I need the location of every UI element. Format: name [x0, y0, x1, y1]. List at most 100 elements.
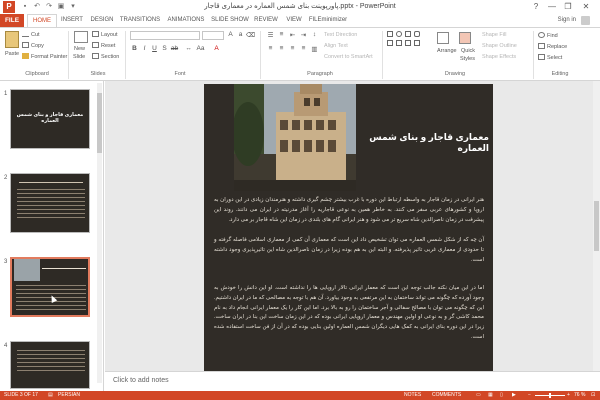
arrange-icon[interactable] — [437, 32, 449, 44]
font-size-box[interactable] — [202, 31, 224, 40]
shape-fill-button[interactable]: Shape Fill — [482, 32, 506, 38]
italic-icon[interactable]: I — [140, 45, 149, 52]
notes-placeholder[interactable]: Click to add notes — [113, 377, 169, 384]
arrange-button[interactable]: Arrange — [437, 48, 457, 54]
align-text-button[interactable]: Align Text — [324, 43, 348, 49]
columns-icon[interactable]: ▥ — [310, 45, 319, 53]
notes-button[interactable]: NOTES — [404, 392, 421, 399]
slide-thumbnail-2[interactable] — [10, 173, 90, 233]
rectangle-shape-icon[interactable] — [387, 31, 393, 37]
align-center-icon[interactable]: ≡ — [277, 45, 286, 52]
numbering-icon[interactable]: ≡ — [277, 31, 286, 38]
zoom-in-icon[interactable]: + — [567, 392, 570, 399]
thumbnail-scrollbar[interactable] — [97, 83, 102, 383]
new-slide-icon[interactable] — [74, 31, 88, 43]
increase-indent-icon[interactable]: ⇥ — [299, 31, 308, 39]
underline-icon[interactable]: U — [150, 45, 159, 52]
start-slideshow-icon[interactable]: ▣ — [56, 2, 66, 12]
help-button[interactable]: ? — [530, 1, 542, 13]
tab-review[interactable]: REVIEW — [251, 14, 281, 27]
avatar[interactable] — [581, 16, 590, 25]
find-button[interactable]: Find — [538, 32, 558, 39]
shadow-icon[interactable]: S — [160, 45, 169, 52]
copy-button[interactable]: Copy — [22, 42, 44, 49]
slide-thumbnail-1[interactable]: معماری قاجار و بنای شمس العماره — [10, 89, 90, 149]
reset-button[interactable]: Reset — [92, 42, 115, 49]
maximize-button[interactable]: ❐ — [562, 1, 574, 13]
justify-icon[interactable]: ≡ — [299, 45, 308, 52]
tab-file[interactable]: FILE — [0, 14, 24, 27]
oval-shape-icon[interactable] — [396, 31, 402, 37]
fit-slide-icon[interactable]: ⊡ — [591, 392, 595, 399]
tab-animations[interactable]: ANIMATIONS — [164, 14, 208, 27]
slide-body-paragraph-2[interactable]: آن چه که از شکل شمس العماره می توان تشخی… — [214, 236, 484, 265]
undo-icon[interactable]: ↶ — [32, 2, 42, 12]
tab-view[interactable]: VIEW — [282, 14, 306, 27]
reading-view-icon[interactable]: ▯ — [500, 392, 503, 399]
line-spacing-icon[interactable]: ↕ — [310, 31, 319, 38]
redo-icon[interactable]: ↷ — [44, 2, 54, 12]
triangle-shape-icon[interactable] — [387, 40, 393, 46]
quick-styles-button[interactable]: Quick — [461, 48, 475, 54]
slide-thumbnail-3[interactable] — [10, 257, 90, 317]
scrollbar-thumb[interactable] — [594, 201, 599, 251]
align-right-icon[interactable]: ≡ — [288, 45, 297, 52]
tab-fileminimizer[interactable]: FILEminimizer — [306, 14, 350, 27]
notes-pane[interactable]: Click to add notes — [105, 371, 600, 391]
close-button[interactable]: ✕ — [580, 1, 592, 13]
zoom-out-icon[interactable]: − — [528, 392, 531, 399]
minimize-button[interactable]: — — [546, 1, 558, 13]
paste-icon[interactable] — [5, 31, 19, 48]
strikethrough-icon[interactable]: ab — [170, 45, 179, 52]
quick-styles-icon[interactable] — [459, 32, 471, 44]
change-case-icon[interactable]: Aa — [196, 45, 205, 52]
save-icon[interactable]: ▪ — [20, 2, 30, 12]
rounded-rect-shape-icon[interactable] — [414, 31, 420, 37]
slide-scrollbar[interactable] — [593, 81, 600, 371]
slideshow-view-icon[interactable]: ▶ — [512, 392, 516, 399]
star-shape-icon[interactable] — [405, 40, 411, 46]
font-name-box[interactable] — [130, 31, 200, 40]
slide-thumbnail-4[interactable] — [10, 341, 90, 389]
arrow-shape-icon[interactable] — [396, 40, 402, 46]
qat-customize-icon[interactable]: ▾ — [68, 2, 78, 12]
clear-format-icon[interactable]: ⌫ — [246, 31, 255, 39]
font-color-icon[interactable]: A — [212, 45, 221, 52]
format-painter-button[interactable]: Format Painter — [22, 53, 67, 60]
new-slide-button-line2[interactable]: Slide — [73, 54, 85, 60]
current-slide[interactable]: معماری قاجار و بنای شمس العماره هنر ایرا… — [204, 84, 493, 371]
spellcheck-icon[interactable]: ▤ — [48, 392, 53, 399]
tab-design[interactable]: DESIGN — [87, 14, 117, 27]
new-slide-button[interactable]: New — [74, 46, 85, 52]
paste-button[interactable]: Paste — [5, 51, 19, 57]
shapes-gallery[interactable] — [387, 31, 439, 67]
normal-view-icon[interactable]: ▭ — [476, 392, 481, 399]
layout-button[interactable]: Layout — [92, 31, 118, 38]
slide-body-paragraph-3[interactable]: اما در این میان نکته جالب توجه این است ک… — [214, 284, 484, 343]
select-button[interactable]: Select — [538, 54, 562, 61]
shape-effects-button[interactable]: Shape Effects — [482, 54, 516, 60]
align-left-icon[interactable]: ≡ — [266, 45, 275, 52]
quick-styles-button-line2[interactable]: Styles — [460, 56, 475, 62]
slide-body-paragraph-1[interactable]: هنر ایرانی در زمان قاجار به واسطه ارتباط… — [214, 196, 484, 225]
char-spacing-icon[interactable]: ↔ — [184, 45, 193, 52]
zoom-level[interactable]: 76 % — [574, 392, 585, 399]
shrink-font-icon[interactable]: a — [236, 31, 245, 38]
slide-title[interactable]: معماری قاجار و بنای شمس العماره — [354, 132, 489, 154]
bullets-icon[interactable]: ☰ — [266, 31, 275, 39]
tab-transitions[interactable]: TRANSITIONS — [118, 14, 162, 27]
section-button[interactable]: Section — [92, 53, 119, 60]
language-indicator[interactable]: PERSIAN — [58, 392, 80, 399]
tab-slide-show[interactable]: SLIDE SHOW — [210, 14, 250, 27]
tab-home[interactable]: HOME — [27, 14, 57, 28]
zoom-slider-handle[interactable] — [549, 393, 551, 398]
replace-button[interactable]: Replace — [538, 43, 567, 50]
cut-button[interactable]: Cut — [22, 31, 40, 38]
scrollbar-thumb[interactable] — [97, 93, 102, 153]
brace-shape-icon[interactable] — [414, 40, 420, 46]
convert-smartart-button[interactable]: Convert to SmartArt — [324, 54, 373, 60]
slide-sorter-icon[interactable]: ▦ — [488, 392, 493, 399]
sign-in-link[interactable]: Sign in — [558, 14, 576, 27]
textbox-shape-icon[interactable] — [405, 31, 411, 37]
decrease-indent-icon[interactable]: ⇤ — [288, 31, 297, 39]
